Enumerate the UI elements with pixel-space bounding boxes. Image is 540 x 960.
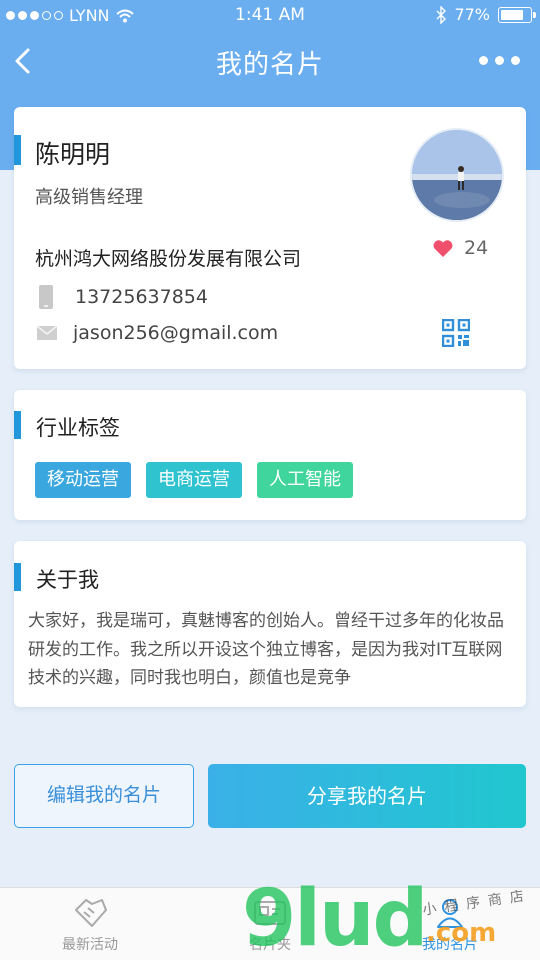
battery-icon bbox=[498, 6, 536, 23]
tab-latest-activities[interactable]: 最新活动 bbox=[0, 888, 180, 960]
person-icon bbox=[437, 899, 463, 928]
more-dots-icon[interactable] bbox=[479, 56, 520, 65]
edit-card-button[interactable]: 编辑我的名片 bbox=[14, 764, 194, 828]
about-accent-bar bbox=[14, 563, 21, 591]
avatar[interactable] bbox=[410, 128, 504, 222]
tab-label-my-card: 我的名片 bbox=[422, 937, 478, 953]
status-bar: LYNN 1:41 AM 77% bbox=[0, 0, 540, 30]
nav-bar: 我的名片 bbox=[0, 30, 540, 92]
about-me-card: 关于我 大家好，我是瑞可，真魅博客的创始人。曾经干过多年的化妆品研发的工作。我之… bbox=[14, 541, 526, 707]
phone-icon bbox=[39, 285, 53, 309]
battery-percent: 77% bbox=[454, 5, 490, 24]
tab-card-holder[interactable]: 名片夹 bbox=[180, 888, 360, 960]
email-row[interactable]: jason256@gmail.com bbox=[35, 322, 278, 344]
company-name: 杭州鸿大网络股份发展有限公司 bbox=[35, 248, 302, 270]
tags-section-title: 行业标签 bbox=[36, 416, 120, 440]
name-accent-bar bbox=[14, 135, 21, 165]
industry-tags-card: 行业标签 移动运营 电商运营 人工智能 bbox=[14, 390, 526, 520]
avatar-photo bbox=[412, 130, 502, 220]
share-card-button[interactable]: 分享我的名片 bbox=[208, 764, 526, 828]
tags-accent-bar bbox=[14, 411, 21, 439]
job-title: 高级销售经理 bbox=[35, 187, 143, 208]
tag-mobile-operations[interactable]: 移动运营 bbox=[35, 462, 131, 498]
tab-label-card-holder: 名片夹 bbox=[249, 937, 291, 953]
tag-ecommerce-operations[interactable]: 电商运营 bbox=[146, 462, 242, 498]
mail-icon bbox=[37, 326, 57, 340]
tab-bar: 最新活动 名片夹 我的名片 bbox=[0, 887, 540, 960]
like-count: 24 bbox=[464, 237, 489, 259]
about-text: 大家好，我是瑞可，真魅博客的创始人。曾经干过多年的化妆品研发的工作。我之所以开设… bbox=[28, 611, 504, 688]
business-card: 陈明明 高级销售经理 杭州鸿大网络股份发展有限公司 13725637854 ja… bbox=[14, 107, 526, 369]
about-section-title: 关于我 bbox=[36, 568, 99, 592]
heart-icon bbox=[433, 239, 453, 257]
bluetooth-icon bbox=[436, 5, 447, 24]
profile-name: 陈明明 bbox=[35, 140, 111, 169]
tag-list: 移动运营 电商运营 人工智能 bbox=[35, 462, 353, 498]
page-title: 我的名片 bbox=[215, 50, 324, 80]
email-address: jason256@gmail.com bbox=[73, 322, 279, 344]
handshake-icon bbox=[75, 899, 107, 927]
phone-row[interactable]: 13725637854 bbox=[35, 285, 208, 309]
card-holder-icon bbox=[254, 901, 286, 925]
tag-artificial-intelligence[interactable]: 人工智能 bbox=[257, 462, 353, 498]
phone-number: 13725637854 bbox=[75, 286, 208, 308]
tab-label-latest-activities: 最新活动 bbox=[62, 937, 118, 953]
qr-code-icon[interactable] bbox=[442, 319, 470, 347]
like-counter[interactable]: 24 bbox=[432, 237, 488, 259]
tab-my-card[interactable]: 我的名片 bbox=[360, 888, 540, 960]
